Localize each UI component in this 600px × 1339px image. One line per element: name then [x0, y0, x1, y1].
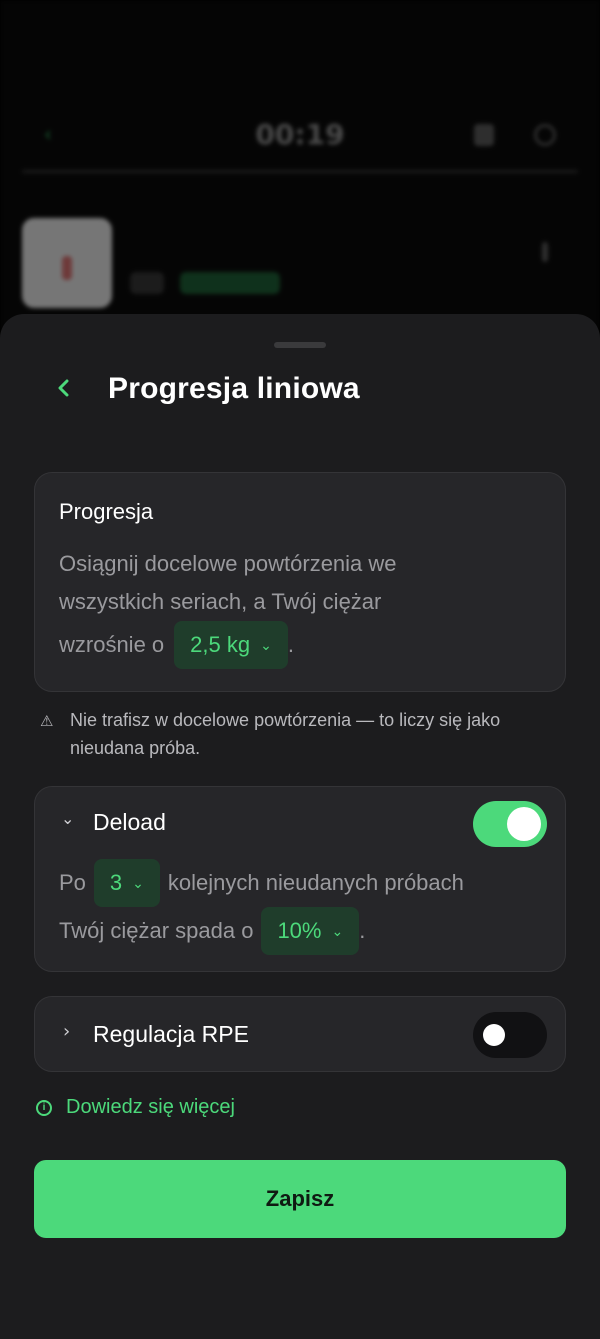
increment-value: 2,5 kg: [190, 632, 251, 657]
chevron-down-icon[interactable]: ⌄: [61, 809, 74, 828]
sheet-drag-handle[interactable]: [274, 342, 326, 348]
background-more-icon: [542, 242, 548, 262]
background-settings-icon: [534, 124, 556, 146]
back-button[interactable]: [54, 376, 78, 406]
background-exercise-badge: [180, 272, 280, 294]
chevron-right-icon[interactable]: ›: [63, 1021, 70, 1042]
progression-text-line: Osiągnij docelowe powtórzenia we: [59, 551, 397, 576]
info-icon: i: [36, 1099, 52, 1116]
deload-suffix: .: [359, 918, 366, 943]
warning-triangle-icon: ⚠: [40, 713, 54, 730]
attempts-dropdown[interactable]: 3 ⌄: [93, 859, 160, 907]
progression-suffix: .: [287, 632, 294, 657]
page-title: Progresja liniowa: [108, 372, 360, 405]
warning-note: ⚠ Nie trafisz w docelowe powtórzenia — t…: [40, 706, 560, 762]
deload-rule-line: Twój ciężar spada o 10% ⌄ .: [59, 907, 365, 955]
percent-value: 10%: [277, 918, 322, 943]
background-action-icon: [474, 124, 494, 146]
deload-title[interactable]: Deload: [93, 809, 166, 836]
chevron-down-icon: ⌄: [260, 636, 272, 653]
background-timer: 00:19: [255, 118, 345, 151]
deload-middle: kolejnych nieudanych próbach: [167, 870, 464, 895]
background-exercise-meta: [130, 272, 164, 294]
warning-text: Nie trafisz w docelowe powtórzenia — to …: [70, 710, 501, 758]
rpe-toggle[interactable]: [473, 1012, 547, 1058]
progression-text-line: wszystkich seriach, a Twój ciężar: [59, 589, 382, 614]
deload-line2-prefix: Twój ciężar spada o: [59, 918, 254, 943]
learn-more-label: Dowiedz się więcej: [66, 1096, 235, 1118]
background-progress-bar: [22, 170, 578, 173]
attempts-value: 3: [109, 870, 123, 895]
learn-more-link[interactable]: i Dowiedz się więcej: [36, 1096, 235, 1119]
percent-dropdown[interactable]: 10% ⌄: [261, 907, 360, 955]
progression-text-line: wzrośnie o 2,5 kg ⌄ .: [59, 621, 294, 669]
deload-toggle[interactable]: [473, 801, 547, 847]
increment-dropdown[interactable]: 2,5 kg ⌄: [174, 621, 288, 669]
chevron-left-icon: [58, 379, 69, 397]
bottom-sheet: Progresja liniowa Progresja Osiągnij doc…: [0, 314, 600, 1339]
background-workout-screen: ‹ 00:19: [0, 0, 600, 330]
rpe-card: › Regulacja RPE: [34, 996, 566, 1072]
progression-card: Progresja Osiągnij docelowe powtórzenia …: [34, 472, 566, 692]
save-button[interactable]: Zapisz: [34, 1160, 566, 1238]
deload-card: ⌄ Deload Po 3 ⌄ kolejnych nieudanych pró…: [34, 786, 566, 972]
rpe-title[interactable]: Regulacja RPE: [93, 1021, 249, 1048]
chevron-down-icon: ⌄: [331, 922, 344, 939]
deload-prefix: Po: [59, 870, 86, 895]
chevron-down-icon: ⌄: [132, 874, 144, 891]
background-exercise-thumbnail: [22, 218, 112, 308]
progression-increase-prefix: wzrośnie o: [59, 632, 165, 657]
background-header: ‹ 00:19: [0, 112, 600, 162]
progression-title: Progresja: [59, 499, 154, 524]
deload-rule-line: Po 3 ⌄ kolejnych nieudanych próbach: [59, 859, 464, 907]
